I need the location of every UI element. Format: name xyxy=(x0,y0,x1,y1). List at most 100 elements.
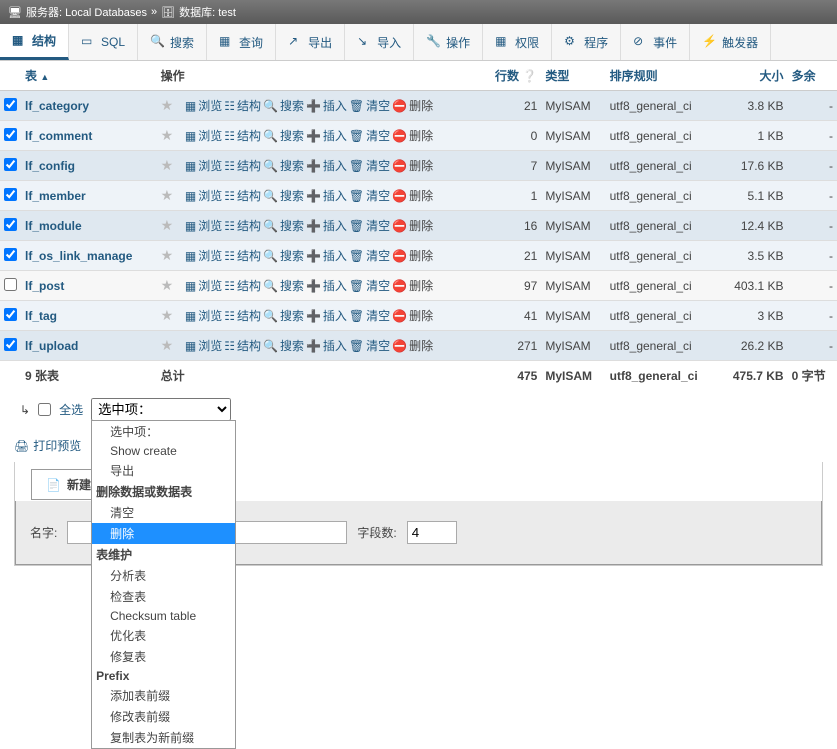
dropdown-option[interactable]: Checksum table xyxy=(92,607,235,625)
table-name-link[interactable]: lf_comment xyxy=(25,129,92,143)
search-action[interactable]: 🔍搜索 xyxy=(263,187,304,204)
search-action[interactable]: 🔍搜索 xyxy=(263,127,304,144)
row-checkbox[interactable] xyxy=(4,218,17,231)
col-type[interactable]: 类型 xyxy=(541,61,605,91)
tab-sql[interactable]: ▭SQL xyxy=(69,24,138,60)
browse-action[interactable]: ▦浏览 xyxy=(185,127,222,144)
structure-action[interactable]: ☷结构 xyxy=(224,157,261,174)
search-action[interactable]: 🔍搜索 xyxy=(263,157,304,174)
help-icon[interactable]: ❔ xyxy=(522,69,537,83)
drop-action[interactable]: ⛔删除 xyxy=(392,97,433,114)
empty-action[interactable]: 🗑清空 xyxy=(349,307,390,324)
browse-action[interactable]: ▦浏览 xyxy=(185,187,222,204)
table-name-link[interactable]: lf_tag xyxy=(25,309,57,323)
drop-action[interactable]: ⛔删除 xyxy=(392,337,433,354)
breadcrumb-server[interactable]: 服务器: Local Databases xyxy=(26,4,147,20)
empty-action[interactable]: 🗑清空 xyxy=(349,277,390,294)
dropdown-option[interactable]: 分析表 xyxy=(92,565,235,586)
insert-action[interactable]: ➕插入 xyxy=(306,97,347,114)
insert-action[interactable]: ➕插入 xyxy=(306,157,347,174)
table-name-link[interactable]: lf_member xyxy=(25,189,86,203)
col-overhead[interactable]: 多余 xyxy=(788,61,837,91)
tab-query[interactable]: ▦查询 xyxy=(207,24,276,60)
tab-import[interactable]: ↘导入 xyxy=(345,24,414,60)
drop-action[interactable]: ⛔删除 xyxy=(392,157,433,174)
structure-action[interactable]: ☷结构 xyxy=(224,217,261,234)
drop-action[interactable]: ⛔删除 xyxy=(392,247,433,264)
row-checkbox[interactable] xyxy=(4,338,17,351)
insert-action[interactable]: ➕插入 xyxy=(306,217,347,234)
favorite-star-icon[interactable]: ★ xyxy=(161,127,174,143)
tab-events[interactable]: ⊘事件 xyxy=(621,24,690,60)
insert-action[interactable]: ➕插入 xyxy=(306,247,347,264)
drop-action[interactable]: ⛔删除 xyxy=(392,217,433,234)
favorite-star-icon[interactable]: ★ xyxy=(161,337,174,353)
browse-action[interactable]: ▦浏览 xyxy=(185,157,222,174)
search-action[interactable]: 🔍搜索 xyxy=(263,97,304,114)
search-action[interactable]: 🔍搜索 xyxy=(263,217,304,234)
tab-structure[interactable]: ▦结构 xyxy=(0,24,69,60)
empty-action[interactable]: 🗑清空 xyxy=(349,97,390,114)
browse-action[interactable]: ▦浏览 xyxy=(185,217,222,234)
insert-action[interactable]: ➕插入 xyxy=(306,307,347,324)
insert-action[interactable]: ➕插入 xyxy=(306,277,347,294)
drop-action[interactable]: ⛔删除 xyxy=(392,127,433,144)
dropdown-option[interactable]: Show create xyxy=(92,442,235,460)
dropdown-option[interactable]: 导出 xyxy=(92,460,235,481)
tab-routines[interactable]: ⚙程序 xyxy=(552,24,621,60)
empty-action[interactable]: 🗑清空 xyxy=(349,187,390,204)
table-name-link[interactable]: lf_os_link_manage xyxy=(25,249,132,263)
search-action[interactable]: 🔍搜索 xyxy=(263,307,304,324)
structure-action[interactable]: ☷结构 xyxy=(224,127,261,144)
browse-action[interactable]: ▦浏览 xyxy=(185,97,222,114)
structure-action[interactable]: ☷结构 xyxy=(224,247,261,264)
structure-action[interactable]: ☷结构 xyxy=(224,97,261,114)
col-rows[interactable]: 行数 ❔ xyxy=(482,61,541,91)
row-checkbox[interactable] xyxy=(4,278,17,291)
tab-export[interactable]: ↗导出 xyxy=(276,24,345,60)
tab-search[interactable]: 🔍搜索 xyxy=(138,24,207,60)
insert-action[interactable]: ➕插入 xyxy=(306,187,347,204)
empty-action[interactable]: 🗑清空 xyxy=(349,217,390,234)
dropdown-option[interactable]: 优化表 xyxy=(92,625,235,646)
row-checkbox[interactable] xyxy=(4,128,17,141)
row-checkbox[interactable] xyxy=(4,158,17,171)
search-action[interactable]: 🔍搜索 xyxy=(263,247,304,264)
favorite-star-icon[interactable]: ★ xyxy=(161,277,174,293)
dropdown-option[interactable]: 添加表前缀 xyxy=(92,685,235,706)
table-name-link[interactable]: lf_upload xyxy=(25,339,78,353)
col-collation[interactable]: 排序规则 xyxy=(606,61,719,91)
breadcrumb-database[interactable]: 数据库: test xyxy=(179,4,236,20)
insert-action[interactable]: ➕插入 xyxy=(306,127,347,144)
search-action[interactable]: 🔍搜索 xyxy=(263,277,304,294)
empty-action[interactable]: 🗑清空 xyxy=(349,127,390,144)
search-action[interactable]: 🔍搜索 xyxy=(263,337,304,354)
tab-privileges[interactable]: ▦权限 xyxy=(483,24,552,60)
table-name-link[interactable]: lf_category xyxy=(25,99,89,113)
favorite-star-icon[interactable]: ★ xyxy=(161,187,174,203)
col-size[interactable]: 大小 xyxy=(719,61,788,91)
dropdown-option[interactable]: 修复表 xyxy=(92,646,235,667)
row-checkbox[interactable] xyxy=(4,98,17,111)
drop-action[interactable]: ⛔删除 xyxy=(392,277,433,294)
tab-operations[interactable]: 🔧操作 xyxy=(414,24,483,60)
structure-action[interactable]: ☷结构 xyxy=(224,307,261,324)
structure-action[interactable]: ☷结构 xyxy=(224,337,261,354)
checkall-checkbox[interactable] xyxy=(38,403,51,416)
favorite-star-icon[interactable]: ★ xyxy=(161,157,174,173)
favorite-star-icon[interactable]: ★ xyxy=(161,217,174,233)
checkall-link[interactable]: 全选 xyxy=(59,401,83,418)
col-table[interactable]: 表 ▲ xyxy=(21,61,157,91)
empty-action[interactable]: 🗑清空 xyxy=(349,247,390,264)
dropdown-option[interactable]: 清空 xyxy=(92,502,235,523)
dropdown-option[interactable]: 选中项： xyxy=(92,421,235,442)
empty-action[interactable]: 🗑清空 xyxy=(349,157,390,174)
insert-action[interactable]: ➕插入 xyxy=(306,337,347,354)
drop-action[interactable]: ⛔删除 xyxy=(392,187,433,204)
table-name-link[interactable]: lf_post xyxy=(25,279,64,293)
with-selected-dropdown[interactable]: 选中项： xyxy=(91,398,231,421)
drop-action[interactable]: ⛔删除 xyxy=(392,307,433,324)
print-preview-link[interactable]: 🖨打印预览 xyxy=(14,437,81,454)
row-checkbox[interactable] xyxy=(4,248,17,261)
row-checkbox[interactable] xyxy=(4,308,17,321)
